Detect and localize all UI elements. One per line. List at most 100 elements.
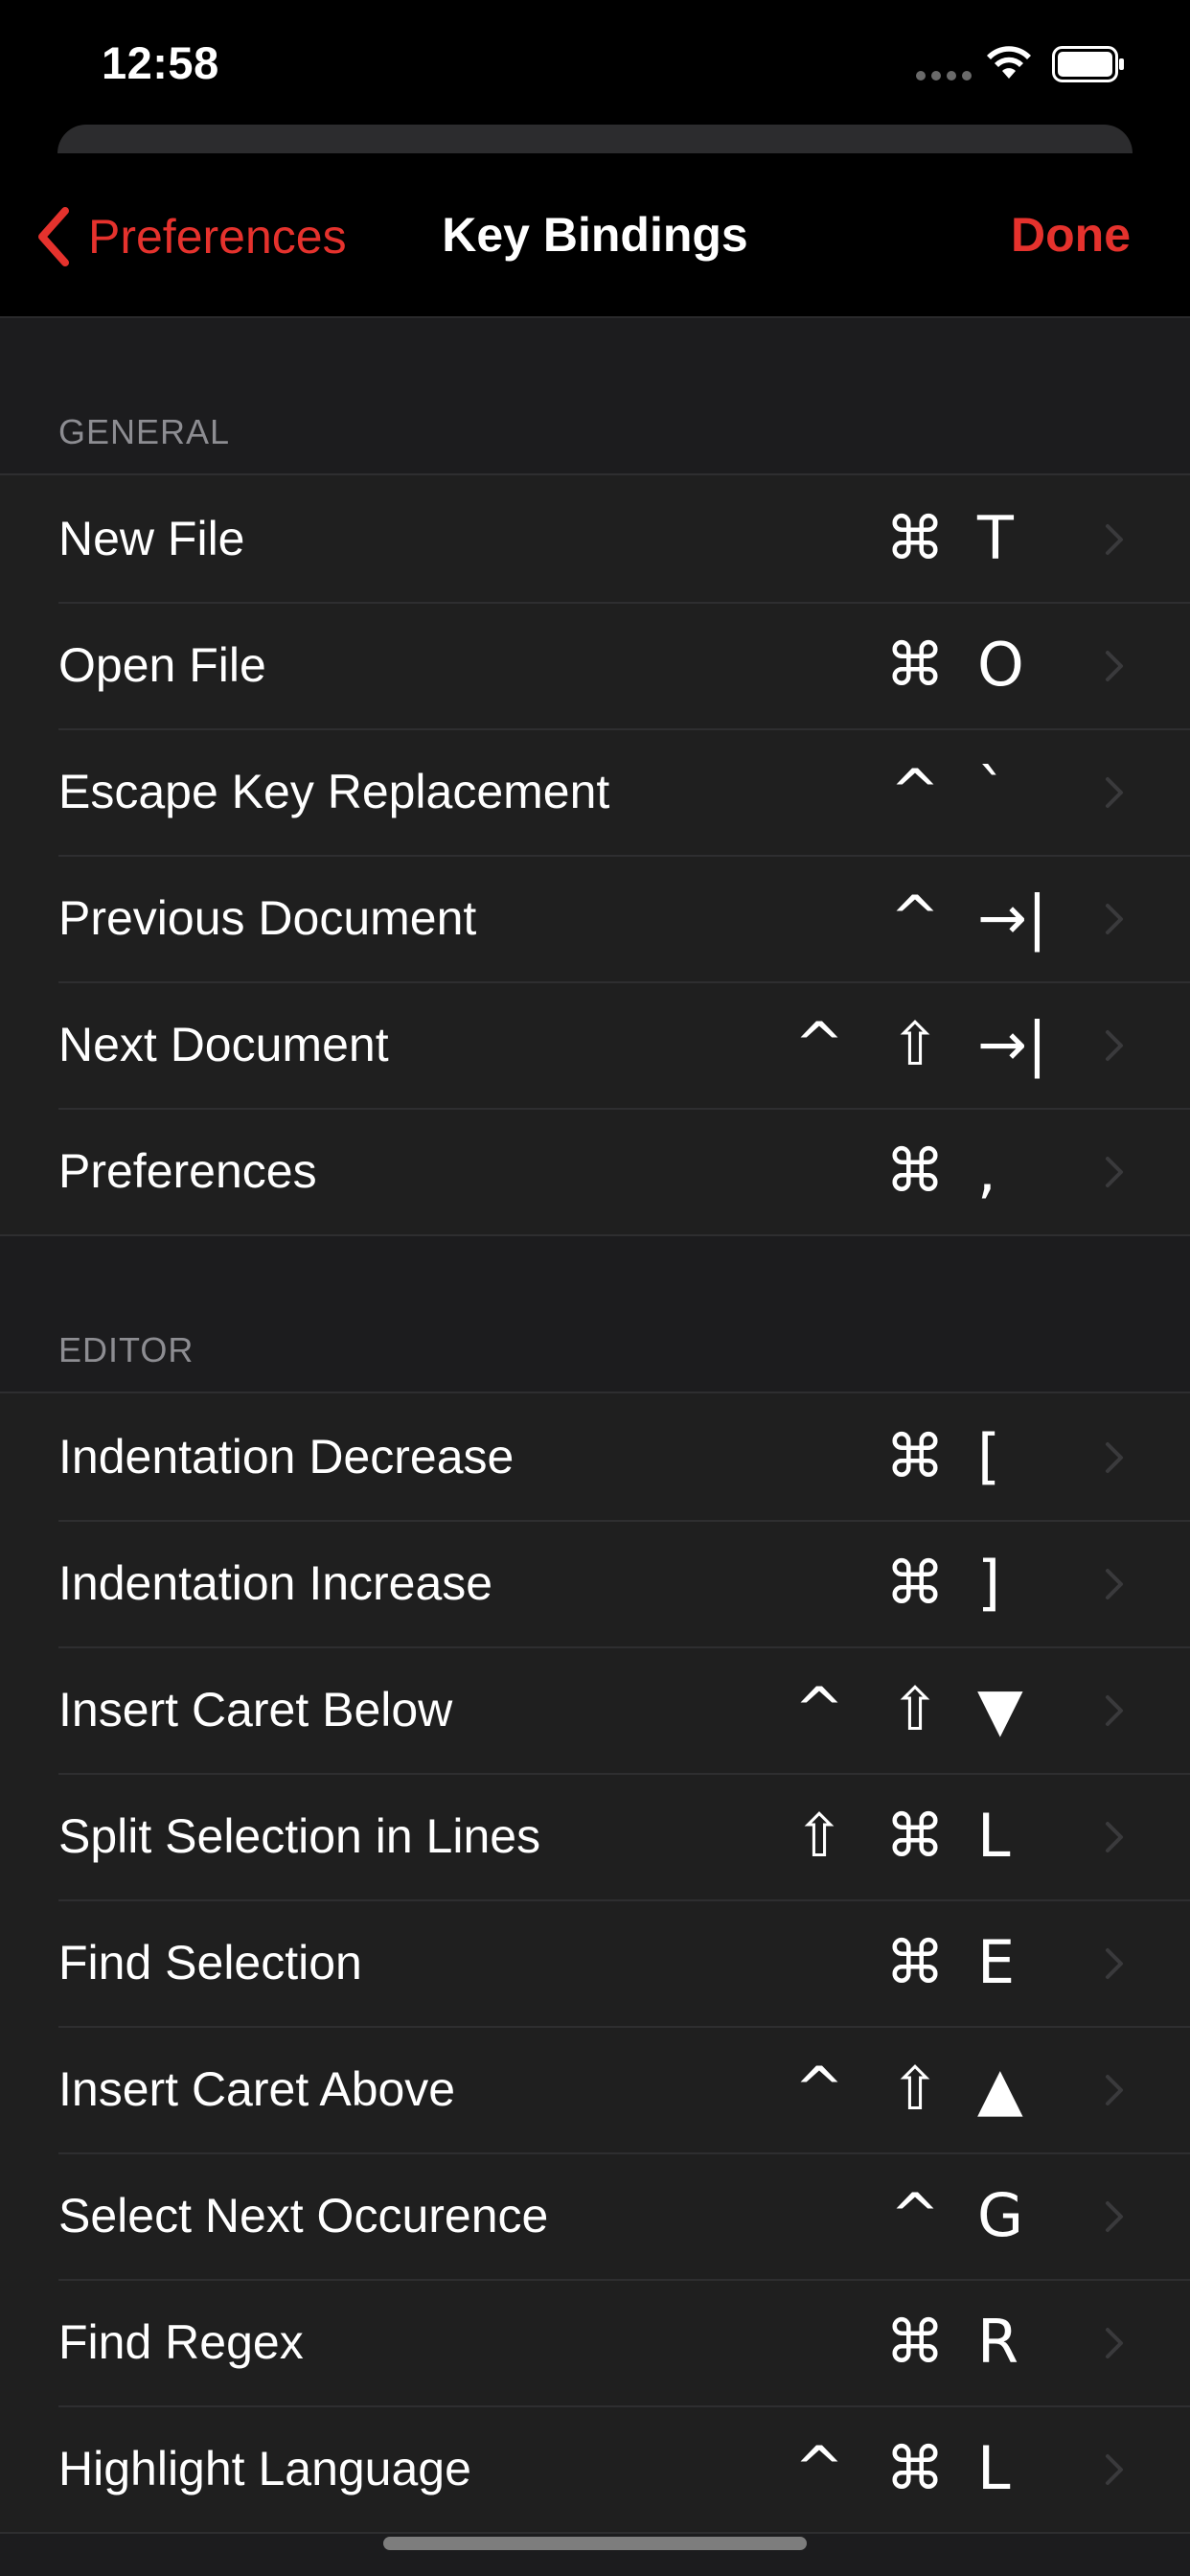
section-editor: Indentation Decrease ⌘[Indentation Increa… [0,1392,1190,2534]
shortcut-key: ^ [890,883,940,953]
shortcut-keys: ^ →| [853,855,1047,981]
key-binding-label: Preferences [58,1144,317,1198]
shortcut-keys: ⌘ R [853,2279,1041,2405]
shortcut-key: ⌘ [885,503,945,573]
shortcut-keys: ⌘[ [853,1393,1041,1520]
done-button[interactable]: Done [1011,207,1131,263]
section-header-label: GENERAL [58,412,231,451]
chevron-right-icon [1106,1695,1123,1726]
key-binding-row[interactable]: Next Document ^ ⇧ →| [0,981,1190,1108]
shortcut-key: ` [977,756,1007,826]
shortcut-keys: ^ ⌘ L [757,2405,1041,2532]
chevron-right-icon [1106,1948,1123,1979]
shortcut-key: O [977,630,1024,700]
section-header-editor: EDITOR [0,1236,1190,1392]
key-binding-label: Insert Caret Below [58,1683,453,1736]
shortcut-keys: ^ ⇧ ▼ [757,1646,1041,1773]
home-indicator [383,2537,807,2550]
chevron-right-icon [1106,2454,1123,2485]
key-binding-row[interactable]: Open File ⌘ O [0,602,1190,728]
key-binding-label: Indentation Decrease [58,1430,515,1484]
shortcut-keys: ⌘ O [853,602,1041,728]
status-time: 12:58 [102,37,219,88]
shortcut-keys: ^ ⇧ →| [757,981,1047,1108]
shortcut-key: ⇧ [890,1009,940,1079]
shortcut-key: →| [977,1009,1047,1079]
shortcut-keys: ⌘, [853,1108,1041,1234]
section-header-general: GENERAL [0,318,1190,473]
shortcut-key: ^ [794,1009,844,1079]
shortcut-key: →| [977,883,1047,953]
key-binding-row[interactable]: Split Selection in Lines ⇧ ⌘ L [0,1773,1190,1899]
shortcut-key: ⌘ [885,2433,945,2503]
shortcut-key: ^ [794,1674,844,1744]
key-binding-row[interactable]: Highlight Language ^ ⌘ L [0,2405,1190,2532]
shortcut-keys: ^ G [853,2152,1041,2279]
chevron-right-icon [1106,904,1123,934]
key-binding-label: Previous Document [58,891,477,945]
shortcut-key: ⌘ [885,1421,945,1491]
shortcut-key: ⌘ [885,1548,945,1618]
shortcut-key: ] [977,1548,1001,1618]
shortcut-key: E [977,1927,1016,1997]
shortcut-key: T [977,503,1014,573]
shortcut-key: ⇧ [890,1674,940,1744]
key-binding-row[interactable]: Preferences ⌘, [0,1108,1190,1234]
key-binding-label: Find Selection [58,1936,362,1990]
shortcut-key: ▲ [977,2054,1023,2124]
key-binding-row[interactable]: Insert Caret Below ^ ⇧ ▼ [0,1646,1190,1773]
key-binding-row[interactable]: Select Next Occurence ^ G [0,2152,1190,2279]
shortcut-key: ⇧ [794,1801,844,1871]
shortcut-key: , [977,1136,996,1206]
shortcut-keys: ⌘ T [853,475,1041,602]
key-binding-row[interactable]: Find Regex ⌘ R [0,2279,1190,2405]
battery-icon [1052,46,1124,82]
chevron-right-icon [1106,777,1123,808]
chevron-right-icon [1106,1822,1123,1852]
shortcut-key: ^ [794,2054,844,2124]
key-binding-label: Next Document [58,1018,389,1071]
key-binding-row[interactable]: Indentation Increase ⌘] [0,1520,1190,1646]
chevron-right-icon [1106,1030,1123,1061]
shortcut-key: G [977,2180,1024,2250]
shortcut-keys: ^ ` [853,728,1041,855]
key-binding-row[interactable]: Insert Caret Above ^ ⇧ ▲ [0,2026,1190,2152]
key-binding-row[interactable]: Previous Document ^ →| [0,855,1190,981]
chevron-right-icon [1106,2201,1123,2232]
shortcut-key: L [977,1801,1011,1871]
chevron-right-icon [1106,2328,1123,2358]
section-header-label: EDITOR [58,1330,195,1369]
shortcut-key: ⇧ [890,2054,940,2124]
cellular-signal-icon [916,71,972,82]
key-binding-label: Highlight Language [58,2442,471,2496]
shortcut-key: L [977,2433,1011,2503]
section-general: New File ⌘ T Open File ⌘ O Escape Key Replacem… [0,473,1190,1236]
chevron-right-icon [1106,1157,1123,1187]
settings-list[interactable]: GENERAL New File ⌘ T Open File ⌘ O Escape Key … [0,318,1190,2576]
key-binding-label: Select Next Occurence [58,2189,549,2242]
key-binding-row[interactable]: New File ⌘ T [0,475,1190,602]
key-binding-label: New File [58,512,245,565]
shortcut-key: ^ [890,2180,940,2250]
key-binding-row[interactable]: Find Selection ⌘ E [0,1899,1190,2026]
shortcut-keys: ⇧ ⌘ L [757,1773,1041,1899]
status-bar: 12:58 [0,0,1190,125]
shortcut-key: ⌘ [885,630,945,700]
shortcut-keys: ⌘ E [853,1899,1041,2026]
shortcut-key: ^ [890,756,940,826]
key-binding-row[interactable]: Indentation Decrease ⌘[ [0,1393,1190,1520]
wifi-icon [987,46,1031,79]
key-binding-label: Split Selection in Lines [58,1809,541,1863]
key-binding-label: Indentation Increase [58,1556,493,1610]
shortcut-keys: ^ ⇧ ▲ [757,2026,1041,2152]
key-binding-row[interactable]: Escape Key Replacement ^ ` [0,728,1190,855]
key-binding-label: Escape Key Replacement [58,765,610,818]
chevron-right-icon [1106,524,1123,555]
shortcut-key: [ [977,1421,1001,1491]
shortcut-keys: ⌘] [853,1520,1041,1646]
shortcut-key: ⌘ [885,1136,945,1206]
shortcut-key: ⌘ [885,2307,945,2377]
navigation-bar: Preferences Key Bindings Done [0,153,1190,318]
chevron-right-icon [1106,2075,1123,2105]
chevron-right-icon [1106,1569,1123,1599]
